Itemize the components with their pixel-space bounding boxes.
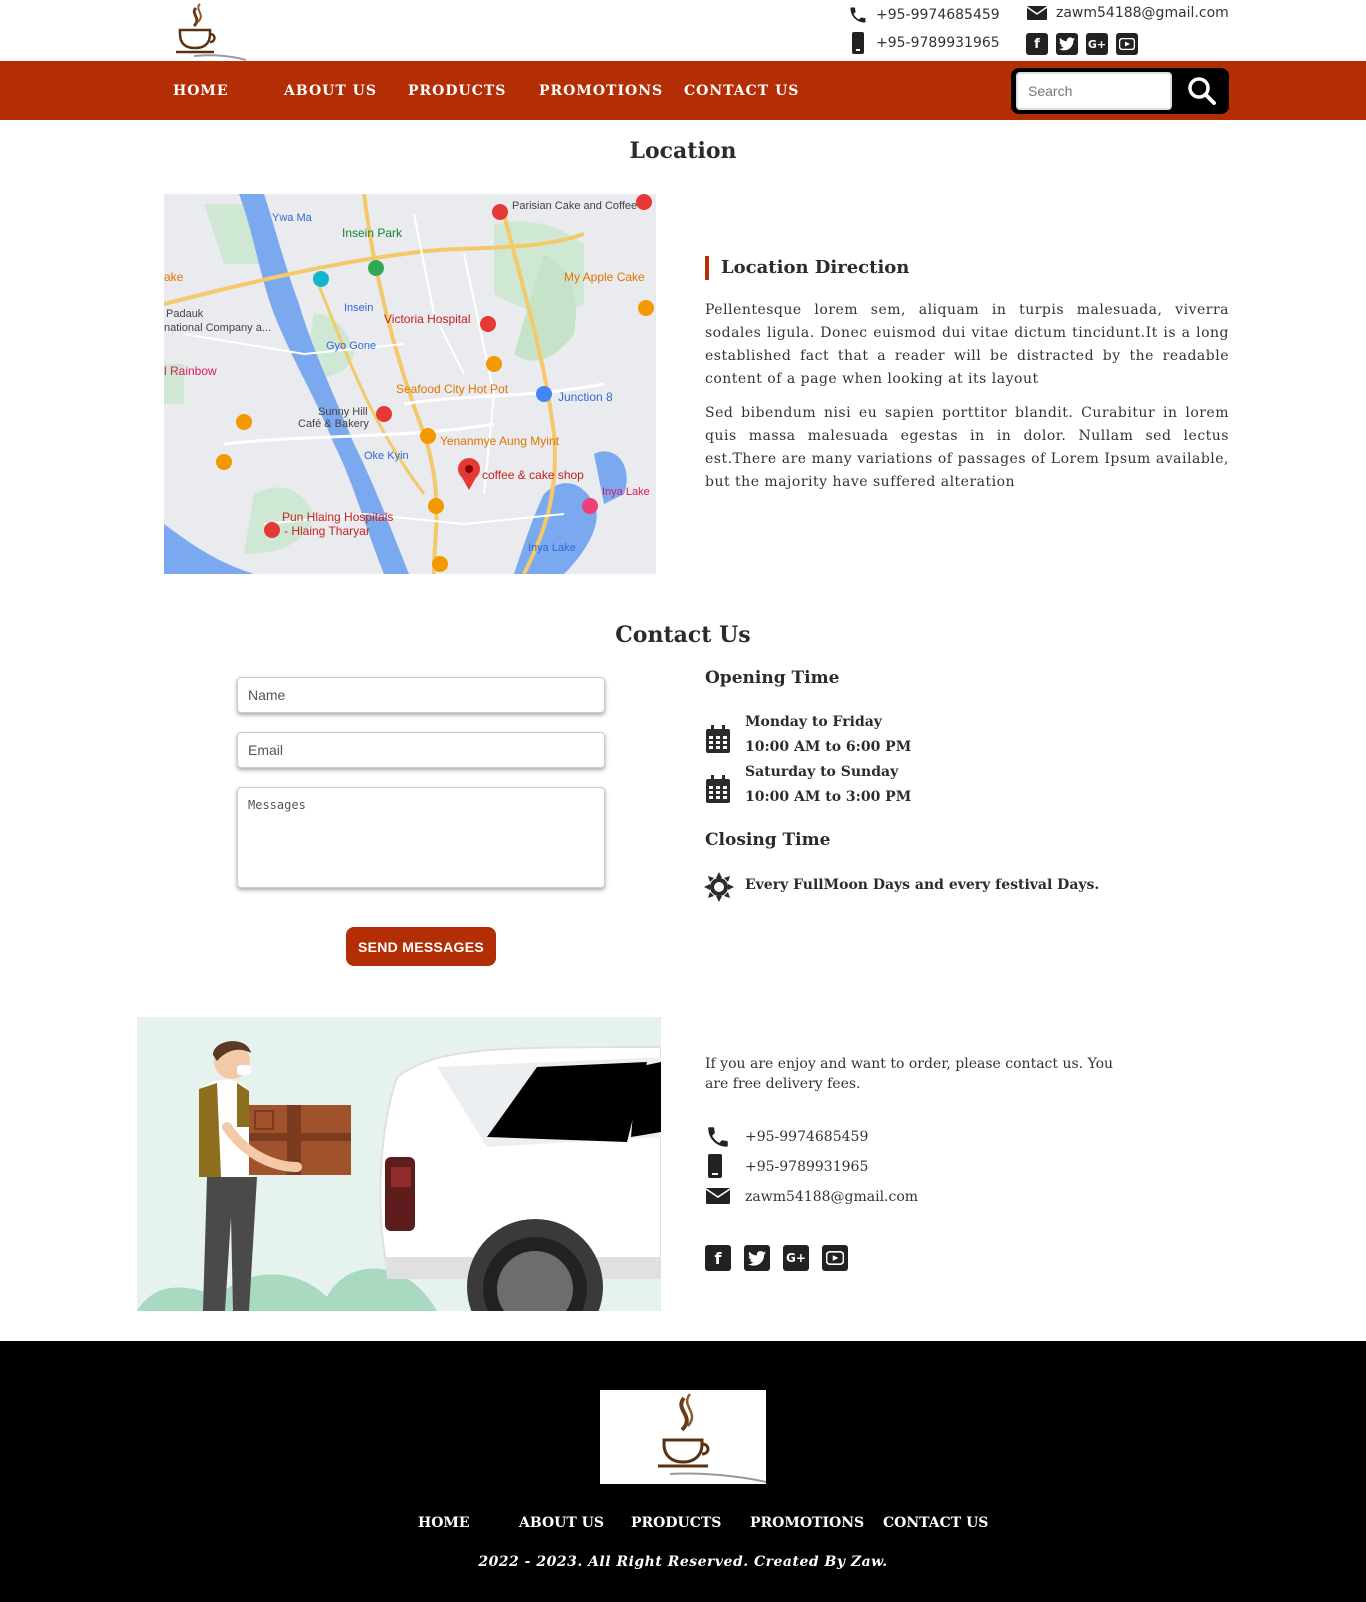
footer-nav-home[interactable]: HOME	[418, 1515, 470, 1531]
header-phone-1-text: +95-9974685459	[876, 7, 1000, 23]
email-field[interactable]	[237, 732, 605, 768]
map-label-padauk: Padauk	[166, 308, 204, 320]
location-direction-heading: Location Direction	[705, 256, 909, 280]
map-label-gyogone: Gyo Gone	[326, 340, 377, 352]
search-box	[1011, 68, 1229, 114]
delivery-phone-2: +95-9789931965	[745, 1159, 869, 1175]
weekend-hours: 10:00 AM to 3:00 PM	[745, 789, 912, 805]
nav-contact-us[interactable]: CONTACT US	[684, 83, 799, 99]
contact-title: Contact Us	[615, 622, 751, 648]
delivery-email: zawm54188@gmail.com	[745, 1189, 919, 1205]
search-icon[interactable]	[1187, 76, 1217, 106]
delivery-illustration	[137, 1017, 661, 1311]
delivery-social-links: f G+	[705, 1245, 848, 1271]
name-field[interactable]	[237, 677, 605, 713]
header-phone-2: +95-9789931965	[848, 31, 1000, 55]
footer-nav-about-us[interactable]: ABOUT US	[519, 1515, 604, 1531]
map-label-punhlaing-2: - Hlaing Tharyar	[284, 524, 370, 538]
header-phone-2-text: +95-9789931965	[876, 35, 1000, 51]
map-label-yenanmye: Yenanmye Aung Myint	[440, 434, 559, 448]
weekend-label: Saturday to Sunday	[745, 764, 899, 780]
map-label-rainbow: l Rainbow	[164, 364, 217, 378]
twitter-icon[interactable]	[744, 1245, 770, 1271]
phone-icon	[708, 1127, 728, 1147]
location-title: Location	[629, 138, 737, 164]
coffee-logo[interactable]	[172, 0, 248, 61]
facebook-icon[interactable]: f	[705, 1245, 731, 1271]
map-label-parisian: Parisian Cake and Coffee	[512, 200, 638, 212]
nav-about-us[interactable]: ABOUT US	[284, 83, 377, 99]
google-plus-icon[interactable]: G+	[783, 1245, 809, 1271]
map-label-ake: ake	[164, 270, 184, 284]
map-label-punhlaing: Pun Hlaing Hospitals	[282, 510, 394, 524]
map-label-inyalake-2: Inya Lake	[528, 542, 576, 554]
nav-home[interactable]: HOME	[173, 83, 229, 99]
calendar-icon	[706, 725, 730, 753]
map-label-sunnyhill-2: Café & Bakery	[298, 418, 369, 430]
map-label-coffee-shop: coffee & cake shop	[482, 468, 584, 482]
map-label-insein: Insein	[344, 302, 374, 314]
nav-products[interactable]: PRODUCTS	[408, 83, 506, 99]
weekday-label: Monday to Friday	[745, 714, 882, 730]
location-paragraph-1: Pellentesque lorem sem, aliquam in turpi…	[705, 302, 1229, 387]
nav-promotions[interactable]: PROMOTIONS	[539, 83, 663, 99]
closing-time-title: Closing Time	[705, 830, 831, 850]
header-social-links: f G+	[1026, 33, 1138, 55]
phone-icon	[850, 7, 866, 23]
footer-nav-contact-us[interactable]: CONTACT US	[883, 1515, 988, 1531]
envelope-icon	[705, 1188, 731, 1204]
footer-nav-promotions[interactable]: PROMOTIONS	[750, 1515, 864, 1531]
header-email-text: zawm54188@gmail.com	[1056, 5, 1229, 21]
location-map[interactable]: Parisian Cake and Coffee Ywa Ma Insein P…	[164, 194, 656, 574]
map-label-ywama: Ywa Ma	[272, 212, 312, 224]
map-label-junction8: Junction 8	[558, 390, 613, 404]
messages-field[interactable]	[237, 787, 605, 888]
map-label-inyalake: Inya Lake	[602, 486, 650, 498]
calendar-icon	[706, 775, 730, 803]
map-label-national: national Company a...	[164, 322, 272, 334]
send-messages-button[interactable]: SEND MESSAGES	[346, 927, 496, 966]
footer-coffee-logo[interactable]	[600, 1390, 767, 1484]
youtube-icon[interactable]	[1116, 33, 1138, 55]
header-phone-1: +95-9974685459	[848, 5, 1000, 25]
delivery-phone-1: +95-9974685459	[745, 1129, 869, 1145]
header-email: zawm54188@gmail.com	[1026, 4, 1229, 22]
search-input[interactable]	[1016, 72, 1172, 110]
map-label-seafood: Seafood City Hot Pot	[396, 382, 509, 396]
facebook-icon[interactable]: f	[1026, 33, 1048, 55]
map-label-victoria: Victoria Hospital	[384, 312, 471, 326]
location-paragraph-2: Sed bibendum nisi eu sapien porttitor bl…	[705, 405, 1229, 490]
footer-nav-products[interactable]: PRODUCTS	[631, 1515, 721, 1531]
closing-days-text: Every FullMoon Days and every festival D…	[745, 877, 1100, 893]
map-label-insein-park: Insein Park	[342, 226, 403, 240]
top-bar: +95-9974685459 +95-9789931965 zawm54188@…	[0, 0, 1366, 61]
weekday-hours: 10:00 AM to 6:00 PM	[745, 739, 912, 755]
envelope-icon	[1026, 6, 1048, 20]
twitter-icon[interactable]	[1056, 33, 1078, 55]
map-label-sunnyhill: Sunny Hill	[318, 406, 368, 418]
delivery-text: If you are enjoy and want to order, plea…	[705, 1056, 1114, 1092]
copyright-text: 2022 - 2023. All Right Reserved. Created…	[478, 1554, 888, 1570]
google-plus-icon[interactable]: G+	[1086, 33, 1108, 55]
mobile-icon	[708, 1154, 722, 1178]
map-label-myapple: My Apple Cake	[564, 270, 645, 284]
opening-time-title: Opening Time	[705, 668, 840, 688]
youtube-icon[interactable]	[822, 1245, 848, 1271]
map-label-okekyin: Oke Kyin	[364, 450, 409, 462]
sun-icon	[704, 872, 734, 902]
mobile-icon	[852, 32, 864, 54]
